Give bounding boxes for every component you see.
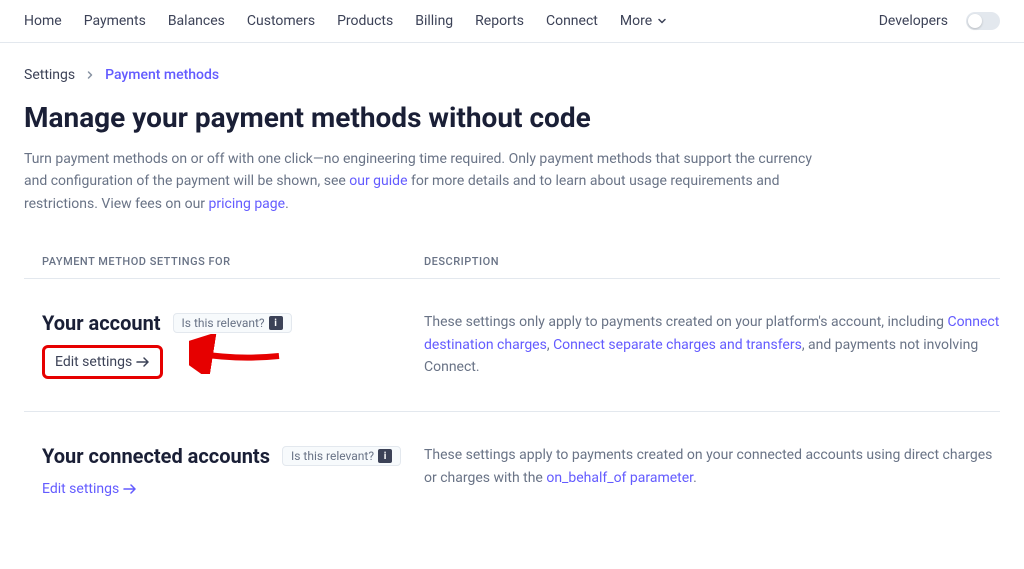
connected-accounts-title: Your connected accounts <box>42 444 270 468</box>
test-mode-toggle[interactable] <box>966 12 1000 30</box>
chevron-right-icon <box>85 70 95 80</box>
your-account-title: Your account <box>42 311 161 335</box>
header-description: DESCRIPTION <box>424 255 1000 268</box>
nav-billing[interactable]: Billing <box>415 13 453 29</box>
edit-settings-label: Edit settings <box>55 354 132 370</box>
nav-more-label: More <box>620 13 652 29</box>
relevant-label: Is this relevant? <box>182 316 265 330</box>
guide-link[interactable]: our guide <box>349 173 407 189</box>
connected-accounts-description: These settings apply to payments created… <box>424 444 1000 497</box>
on-behalf-of-link[interactable]: on_behalf_of parameter <box>546 470 693 486</box>
relevant-label: Is this relevant? <box>291 449 374 463</box>
nav-reports[interactable]: Reports <box>475 13 524 29</box>
info-icon: i <box>378 449 392 463</box>
breadcrumb-settings[interactable]: Settings <box>24 67 75 83</box>
intro-text: Turn payment methods on or off with one … <box>24 148 824 215</box>
chevron-down-icon <box>656 15 668 27</box>
section-your-account: Your account Is this relevant? i Edit se… <box>24 279 1000 412</box>
relevant-badge[interactable]: Is this relevant? i <box>173 313 292 333</box>
top-nav: Home Payments Balances Customers Product… <box>0 0 1024 43</box>
edit-settings-your-account[interactable]: Edit settings <box>42 345 163 379</box>
page-title: Manage your payment methods without code <box>24 101 1000 134</box>
nav-balances[interactable]: Balances <box>168 13 225 29</box>
section-connected-accounts: Your connected accounts Is this relevant… <box>24 412 1000 529</box>
arrow-right-icon <box>123 483 137 495</box>
nav-products[interactable]: Products <box>337 13 393 29</box>
arrow-right-icon <box>136 356 150 368</box>
nav-customers[interactable]: Customers <box>247 13 315 29</box>
your-account-description: These settings only apply to payments cr… <box>424 311 1000 379</box>
nav-developers[interactable]: Developers <box>879 13 948 29</box>
main-content: Settings Payment methods Manage your pay… <box>0 43 1024 569</box>
nav-connect[interactable]: Connect <box>546 13 598 29</box>
pricing-link[interactable]: pricing page <box>209 196 286 212</box>
breadcrumb-payment-methods[interactable]: Payment methods <box>105 67 219 83</box>
info-icon: i <box>269 316 283 330</box>
nav-more[interactable]: More <box>620 13 668 29</box>
nav-home[interactable]: Home <box>24 13 62 29</box>
nav-payments[interactable]: Payments <box>84 13 146 29</box>
edit-settings-connected-accounts[interactable]: Edit settings <box>42 481 137 497</box>
separate-charges-link[interactable]: Connect separate charges and transfers <box>553 337 802 353</box>
header-settings-for: PAYMENT METHOD SETTINGS FOR <box>24 255 424 268</box>
relevant-badge[interactable]: Is this relevant? i <box>282 446 401 466</box>
table-header: PAYMENT METHOD SETTINGS FOR DESCRIPTION <box>24 255 1000 279</box>
breadcrumb: Settings Payment methods <box>24 67 1000 83</box>
edit-settings-label: Edit settings <box>42 481 119 497</box>
